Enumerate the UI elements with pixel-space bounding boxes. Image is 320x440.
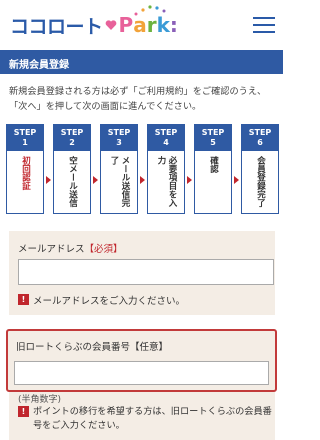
page-title: 新規会員登録 [0, 50, 283, 74]
step-item: STEP 2 空メール送信 [53, 124, 91, 214]
step-label: 会員登録完了 [255, 156, 266, 207]
member-number-note: (半角数字) [18, 395, 62, 405]
step-arrow-icon [140, 176, 145, 184]
step-label: 確認 [208, 156, 219, 173]
intro-text: 新規会員登録される方は必ず「ご利用規約」をご確認のうえ、「次へ」を押して次の画面… [9, 86, 267, 112]
required-badge: 【必須】 [84, 244, 123, 255]
step-header: STEP 1 [7, 125, 43, 151]
member-number-field[interactable] [14, 361, 269, 385]
step-item: STEP 1 初回認証 [6, 124, 44, 214]
step-word: STEP [154, 128, 178, 137]
step-header: STEP 2 [54, 125, 90, 151]
step-item: STEP 3 メール送信完了 [100, 124, 138, 214]
step-number: 1 [22, 138, 28, 147]
step-label: 初回認証 [20, 156, 31, 190]
step-number: 5 [210, 138, 216, 147]
step-label: メール送信完了 [109, 156, 130, 207]
step-arrow-icon [187, 176, 192, 184]
step-number: 3 [116, 138, 122, 147]
email-field-group: メールアドレス【必須】 ! メールアドレスをご入力ください。 [9, 231, 275, 315]
step-number: 4 [163, 138, 169, 147]
step-header: STEP 3 [101, 125, 137, 151]
step-word: STEP [13, 128, 37, 137]
step-header: STEP 6 [242, 125, 278, 151]
member-number-help: (半角数字) ! ポイントの移行を希望する方は、旧ロートくらぶの会員番号をご入力… [9, 392, 275, 440]
logo-sparkle-dots [134, 5, 166, 16]
email-label-text: メールアドレス [18, 244, 85, 255]
step-header: STEP 4 [148, 125, 184, 151]
step-indicator: STEP 1 初回認証 STEP 2 空メール送信 STEP 3 メール送信完了 ST… [6, 124, 281, 214]
member-number-label: 旧ロートくらぶの会員番号【任意】 [16, 342, 169, 353]
email-error: ! メールアドレスをご入力ください。 [18, 293, 185, 307]
member-number-field-group: 旧ロートくらぶの会員番号【任意】 [6, 329, 277, 392]
step-arrow-icon [93, 176, 98, 184]
email-error-text: メールアドレスをご入力ください。 [33, 296, 186, 307]
step-arrow-icon [234, 176, 239, 184]
step-word: STEP [201, 128, 225, 137]
step-word: STEP [60, 128, 84, 137]
step-label: 空メール送信 [67, 156, 78, 207]
error-icon: ! [18, 406, 29, 417]
step-header: STEP 5 [195, 125, 231, 151]
hamburger-icon[interactable] [253, 17, 275, 35]
step-arrow-icon [46, 176, 51, 184]
logo-letter: P [118, 13, 134, 37]
step-word: STEP [107, 128, 131, 137]
heart-icon [105, 20, 116, 30]
email-field[interactable] [18, 259, 274, 285]
error-icon: ! [18, 294, 29, 305]
step-item: STEP 5 確認 [194, 124, 232, 214]
member-number-error: ! ポイントの移行を希望する方は、旧ロートくらぶの会員番号をご入力ください。 [18, 405, 274, 433]
member-number-error-text: ポイントの移行を希望する方は、旧ロートくらぶの会員番号をご入力ください。 [33, 406, 272, 431]
site-logo[interactable]: ココロート Park: [10, 5, 178, 40]
step-label: 必要項目を入力 [156, 156, 177, 207]
step-item: STEP 4 必要項目を入力 [147, 124, 185, 214]
step-number: 2 [69, 138, 75, 147]
step-number: 6 [257, 138, 263, 147]
step-item: STEP 6 会員登録完了 [241, 124, 279, 214]
step-word: STEP [248, 128, 272, 137]
logo-text-jp: ココロート [10, 15, 103, 38]
email-label: メールアドレス【必須】 [18, 241, 123, 255]
site-header: ココロート Park: [0, 0, 283, 50]
